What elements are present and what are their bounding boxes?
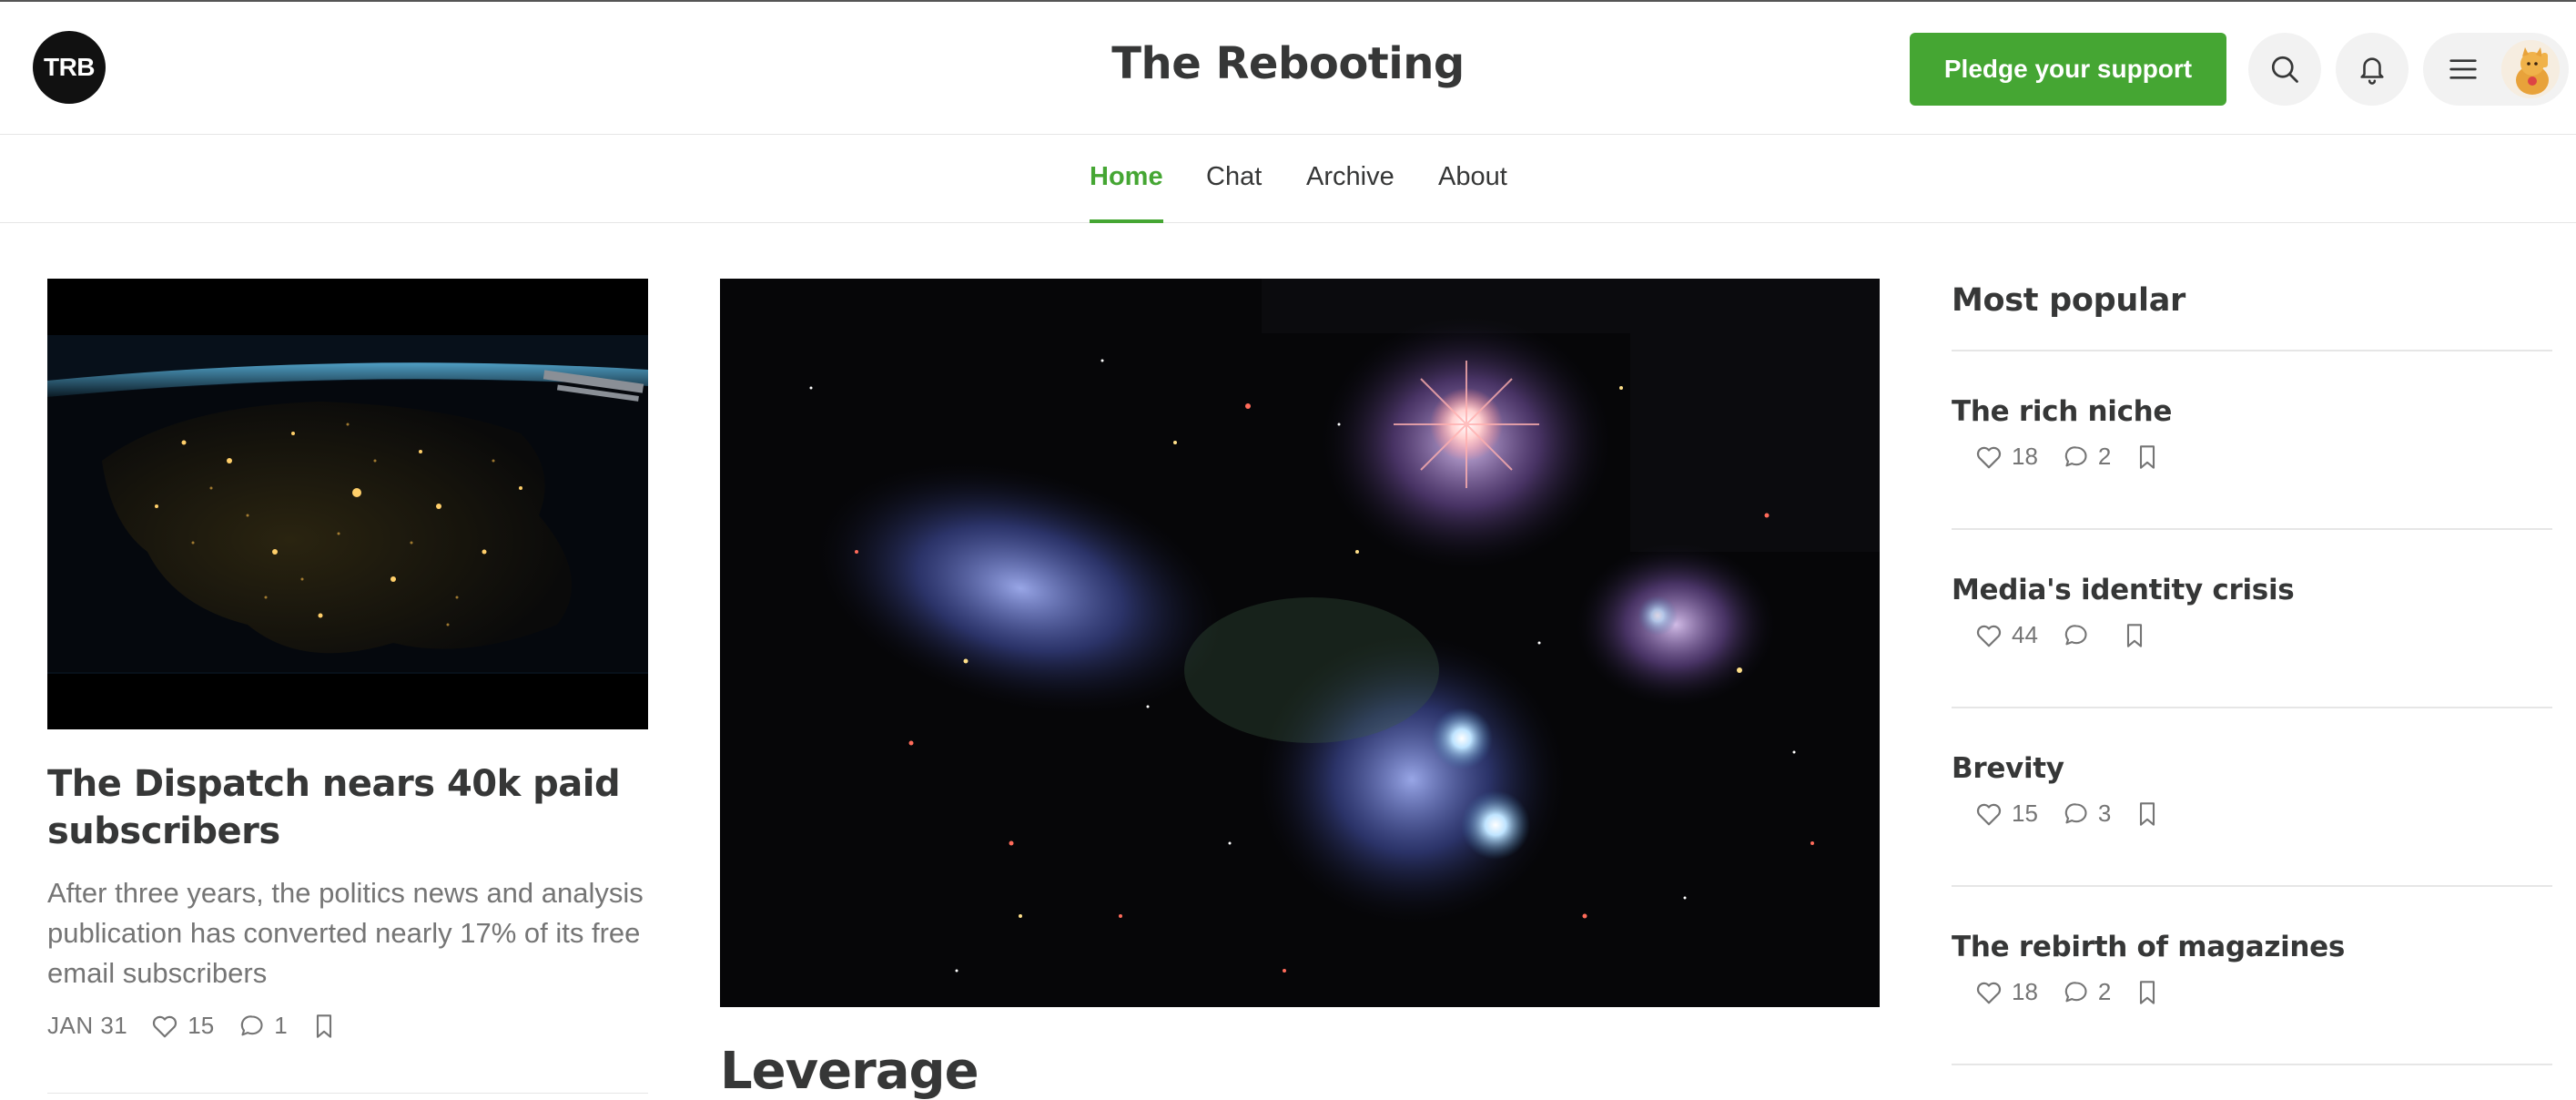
bookmark-button[interactable] bbox=[2124, 623, 2155, 648]
like-button[interactable]: 44 bbox=[1975, 621, 2038, 649]
pledge-label: Pledge your support bbox=[1943, 55, 2193, 83]
popular-item-meta: 15 3 bbox=[1952, 800, 2552, 828]
bookmark-icon bbox=[2140, 444, 2155, 469]
comment-button[interactable]: 3 bbox=[2064, 800, 2111, 828]
comment-icon bbox=[2064, 624, 2087, 645]
comment-count: 2 bbox=[2097, 443, 2112, 470]
comment-button[interactable]: 2 bbox=[2064, 978, 2111, 1006]
comment-count: 1 bbox=[274, 1012, 288, 1039]
popular-item-meta: 18 2 bbox=[1952, 978, 2552, 1006]
search-button[interactable] bbox=[2248, 33, 2321, 106]
bell-icon bbox=[2360, 57, 2384, 85]
comment-icon bbox=[2064, 802, 2087, 823]
like-button[interactable]: 18 bbox=[1975, 443, 2038, 471]
popular-item-title[interactable]: Media's identity crisis bbox=[1952, 574, 2552, 606]
post-card-left[interactable]: The Dispatch nears 40k paid subscribers … bbox=[47, 279, 648, 1040]
avatar[interactable] bbox=[2501, 40, 2560, 98]
notifications-button[interactable] bbox=[2336, 33, 2409, 106]
post-image-earth-night[interactable] bbox=[47, 279, 648, 729]
post-meta: JAN 31 15 1 bbox=[47, 1012, 648, 1040]
site-title[interactable]: The Rebooting bbox=[1111, 38, 1465, 89]
popular-item-title[interactable]: The rich niche bbox=[1952, 395, 2552, 428]
popular-item-meta: 44 bbox=[1952, 621, 2552, 649]
like-button[interactable]: 15 bbox=[1975, 800, 2038, 828]
comment-icon bbox=[240, 1014, 263, 1035]
like-button[interactable]: 18 bbox=[1975, 978, 2038, 1006]
pledge-button[interactable]: Pledge your support bbox=[1910, 33, 2226, 106]
tab-chat[interactable]: Chat bbox=[1206, 162, 1262, 223]
comment-button[interactable] bbox=[2064, 623, 2098, 648]
comment-count: 2 bbox=[2097, 978, 2112, 1005]
top-bar: TRB The Rebooting Pledge your support bbox=[0, 0, 2576, 135]
comment-button[interactable]: 2 bbox=[2064, 443, 2111, 471]
popular-item-meta: 18 2 bbox=[1952, 443, 2552, 471]
menu-icon bbox=[2449, 59, 2477, 79]
bookmark-icon bbox=[2140, 801, 2155, 826]
comment-icon bbox=[2064, 445, 2087, 466]
post-title-leverage[interactable]: Leverage bbox=[720, 1042, 979, 1100]
like-count: 15 bbox=[188, 1012, 215, 1039]
comment-button[interactable]: 1 bbox=[239, 1012, 288, 1040]
bookmark-button[interactable] bbox=[2136, 801, 2167, 827]
like-count: 18 bbox=[2012, 443, 2038, 470]
account-menu-button[interactable] bbox=[2423, 33, 2569, 106]
popular-item[interactable]: Brevity 15 3 bbox=[1952, 708, 2552, 887]
tab-home[interactable]: Home bbox=[1090, 162, 1163, 223]
post-subtitle: After three years, the politics news and… bbox=[47, 877, 644, 989]
bookmark-button[interactable] bbox=[2136, 444, 2167, 470]
bookmark-icon bbox=[316, 1013, 331, 1038]
post-title[interactable]: The Dispatch nears 40k paid subscribers bbox=[47, 760, 648, 855]
bookmark-button[interactable] bbox=[2136, 980, 2167, 1005]
popular-item[interactable]: The rich niche 18 2 bbox=[1952, 351, 2552, 530]
search-icon bbox=[2271, 56, 2298, 83]
popular-item[interactable]: Media's identity crisis 44 bbox=[1952, 530, 2552, 708]
heart-icon bbox=[1976, 982, 2002, 1003]
heart-icon bbox=[1976, 803, 2002, 825]
like-button[interactable]: 15 bbox=[151, 1012, 214, 1040]
heart-icon bbox=[153, 1015, 177, 1037]
section-heading: Most popular bbox=[1952, 279, 2552, 351]
tab-about[interactable]: About bbox=[1438, 162, 1507, 223]
divider bbox=[47, 1093, 648, 1094]
heart-icon bbox=[1976, 625, 2002, 647]
post-image-galaxy[interactable] bbox=[720, 279, 1880, 1007]
heart-icon bbox=[1976, 446, 2002, 468]
comment-icon bbox=[2064, 981, 2087, 1002]
nav-bar: Home Chat Archive About bbox=[0, 135, 2576, 223]
most-popular-section: Most popular The rich niche 18 2 Media's… bbox=[1952, 279, 2552, 1065]
comment-count: 3 bbox=[2097, 800, 2112, 827]
like-count: 15 bbox=[2012, 800, 2038, 827]
like-count: 18 bbox=[2012, 978, 2038, 1005]
bookmark-icon bbox=[2126, 623, 2142, 647]
post-date: JAN 31 bbox=[47, 1012, 128, 1039]
tab-archive[interactable]: Archive bbox=[1306, 162, 1394, 223]
popular-item-title[interactable]: The rebirth of magazines bbox=[1952, 931, 2552, 963]
like-count: 44 bbox=[2012, 621, 2038, 648]
bookmark-icon bbox=[2140, 980, 2155, 1004]
bookmark-button[interactable] bbox=[313, 1013, 344, 1039]
popular-item[interactable]: The rebirth of magazines 18 2 bbox=[1952, 887, 2552, 1065]
logo-text: TRB bbox=[43, 53, 96, 81]
site-logo[interactable]: TRB bbox=[33, 31, 106, 104]
popular-item-title[interactable]: Brevity bbox=[1952, 752, 2552, 785]
